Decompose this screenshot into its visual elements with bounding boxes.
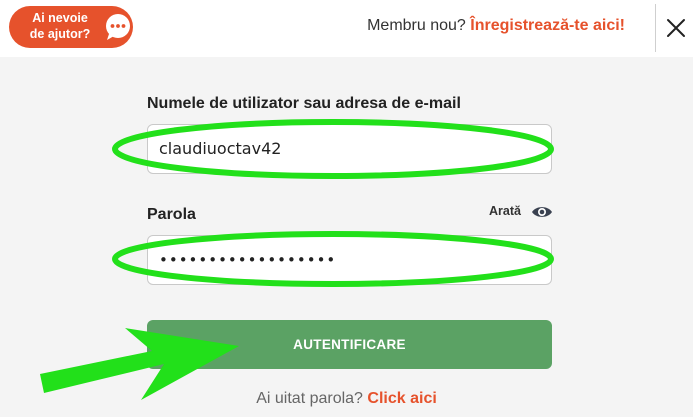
help-button[interactable]: Ai nevoie de ajutor? bbox=[9, 6, 133, 48]
header-divider bbox=[655, 4, 656, 52]
username-field[interactable]: claudiuoctav42 bbox=[147, 124, 552, 174]
forgot-password-link[interactable]: Click aici bbox=[367, 390, 436, 407]
top-bar: Ai nevoie de ajutor? Membru nou? Înregis… bbox=[0, 0, 693, 57]
forgot-password-row: Ai uitat parola? Click aici bbox=[0, 390, 693, 408]
forgot-password-question: Ai uitat parola? bbox=[256, 390, 363, 407]
password-label: Parola bbox=[147, 206, 196, 223]
show-password-label: Arată bbox=[489, 204, 521, 218]
new-member-prompt: Membru nou? Înregistrează-te aici! bbox=[367, 17, 625, 35]
help-button-label: Ai nevoie de ajutor? bbox=[29, 11, 91, 41]
chat-bubble-icon bbox=[106, 14, 130, 40]
close-icon[interactable] bbox=[664, 16, 688, 40]
password-field[interactable]: •••••••••••••••••• bbox=[147, 235, 552, 285]
eye-icon bbox=[532, 207, 552, 217]
username-label: Numele de utilizator sau adresa de e-mai… bbox=[147, 95, 461, 112]
new-member-question: Membru nou? bbox=[367, 17, 466, 34]
login-button[interactable]: AUTENTIFICARE bbox=[147, 320, 552, 369]
register-link[interactable]: Înregistrează-te aici! bbox=[470, 17, 625, 34]
